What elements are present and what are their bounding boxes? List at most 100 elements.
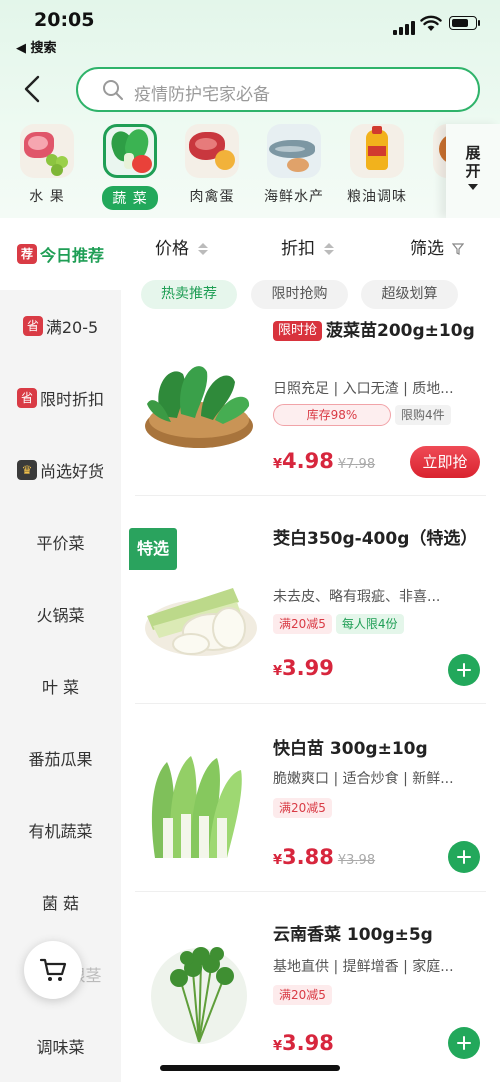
sidebar-item-selected-goods[interactable]: ♛ 尚选好货 bbox=[0, 434, 121, 506]
product-image bbox=[141, 748, 257, 864]
sidebar-item-label: 限时折扣 bbox=[39, 390, 104, 409]
back-chevron-icon[interactable] bbox=[20, 74, 44, 104]
sidebar-item-label: 满20-5 bbox=[45, 318, 99, 337]
category-vegetable[interactable]: 蔬 菜 bbox=[95, 124, 165, 210]
chip-hot-recommend[interactable]: 热卖推荐 bbox=[141, 280, 237, 309]
add-to-cart-button[interactable] bbox=[448, 654, 480, 686]
product-card[interactable]: 限时抢 菠菜苗200g±10g 日照充足 | 入口无渣 | 质地... 库存98%… bbox=[121, 316, 500, 496]
sort-discount-label: 折扣 bbox=[281, 239, 315, 259]
filter-chips: 热卖推荐 限时抢购 超级划算 bbox=[121, 272, 500, 316]
category-seafood[interactable]: 海鲜水产 bbox=[259, 124, 329, 206]
meat-image bbox=[185, 124, 239, 178]
product-price: ¥3.88 ¥3.98 bbox=[273, 845, 376, 869]
search-icon bbox=[103, 80, 123, 100]
product-price: ¥3.99 bbox=[273, 656, 334, 680]
seafood-image bbox=[267, 124, 321, 178]
product-tags: 满20减5 bbox=[273, 984, 336, 1005]
sidebar-item-label: 尚选好货 bbox=[39, 462, 104, 481]
product-title: 茭白350g-400g（特选） bbox=[273, 529, 478, 549]
status-bar: 20:05 ◀ 搜索 bbox=[0, 0, 500, 56]
back-to-app-link[interactable]: ◀ 搜索 bbox=[16, 37, 57, 56]
sidebar-item-label: 叶 菜 bbox=[41, 678, 80, 697]
expand-categories-button[interactable]: 展开 bbox=[446, 124, 500, 218]
add-to-cart-button[interactable] bbox=[448, 1027, 480, 1059]
sidebar-item-label: 有机蔬菜 bbox=[28, 822, 93, 841]
price-value: 3.88 bbox=[282, 845, 334, 869]
sidebar-item-label: 番茄瓜果 bbox=[28, 750, 93, 769]
price-value: 3.99 bbox=[282, 656, 334, 680]
chip-flash-sale[interactable]: 限时抢购 bbox=[251, 280, 348, 309]
product-image bbox=[141, 344, 257, 460]
product-image bbox=[141, 558, 257, 674]
save-badge: 省 bbox=[16, 388, 37, 408]
search-input[interactable]: 疫情防护宅家必备 bbox=[76, 67, 480, 112]
vegetable-image bbox=[103, 124, 157, 178]
sort-arrows-icon bbox=[198, 243, 209, 255]
product-title: 快白苗 300g±10g bbox=[273, 739, 428, 759]
add-to-cart-button[interactable] bbox=[448, 841, 480, 873]
sort-price-label: 价格 bbox=[155, 239, 189, 259]
promo-tag: 满20减5 bbox=[273, 614, 332, 634]
sidebar-item-seasoning-veg[interactable]: 调味菜 bbox=[0, 1010, 121, 1082]
search-placeholder: 疫情防护宅家必备 bbox=[134, 85, 270, 105]
filter-label: 筛选 bbox=[410, 239, 444, 259]
price-value: 3.98 bbox=[282, 1031, 334, 1055]
sidebar-item-tomato-melon[interactable]: 番茄瓜果 bbox=[0, 722, 121, 794]
sort-price-button[interactable]: 价格 bbox=[155, 234, 209, 259]
sidebar-item-label: 火锅菜 bbox=[36, 606, 85, 625]
product-title: 菠菜苗200g±10g bbox=[326, 321, 475, 341]
filter-icon bbox=[452, 243, 465, 255]
sidebar-item-label: 菌 菇 bbox=[41, 894, 80, 913]
product-title: 云南香菜 100g±5g bbox=[273, 925, 433, 945]
cart-icon bbox=[39, 958, 67, 981]
product-price: ¥3.98 bbox=[273, 1031, 334, 1055]
battery-icon bbox=[449, 16, 480, 30]
sidebar-item-flash-discount[interactable]: 省 限时折扣 bbox=[0, 362, 121, 434]
product-desc: 日照充足 | 入口无渣 | 质地... bbox=[273, 381, 454, 397]
flash-sale-tag: 限时抢 bbox=[273, 321, 323, 341]
cooked-image bbox=[433, 124, 446, 178]
product-card[interactable]: 茭白350g-400g（特选） 未去皮、略有瑕疵、非喜... 满20减5 每人限4… bbox=[121, 496, 500, 704]
product-price: ¥4.98 ¥7.98 bbox=[273, 449, 376, 473]
category-label: 水 果 bbox=[29, 189, 65, 205]
sidebar-item-label: 调味菜 bbox=[36, 1038, 85, 1057]
sidebar-item-full-discount[interactable]: 省 满20-5 bbox=[0, 290, 121, 362]
expand-label: 展开 bbox=[465, 144, 481, 180]
sidebar-item-label: 平价菜 bbox=[36, 534, 85, 553]
limit-tag: 每人限4份 bbox=[335, 614, 404, 634]
sort-discount-button[interactable]: 折扣 bbox=[281, 234, 335, 259]
sort-bar: 价格 折扣 筛选 bbox=[121, 218, 500, 272]
product-image bbox=[141, 932, 257, 1048]
sort-arrows-icon bbox=[324, 243, 335, 255]
cart-button[interactable] bbox=[24, 941, 82, 999]
buy-now-button[interactable]: 立即抢 bbox=[410, 446, 480, 478]
category-label: 海鲜水产 bbox=[264, 189, 324, 205]
product-card[interactable]: 云南香菜 100g±5g 基地直供 | 提鲜增香 | 家庭... 满20减5 ¥… bbox=[121, 892, 500, 1082]
status-time: 20:05 bbox=[34, 9, 95, 31]
recommend-badge: 荐 bbox=[16, 244, 37, 264]
category-fruit[interactable]: 水 果 bbox=[12, 124, 82, 206]
fruit-image bbox=[20, 124, 74, 178]
category-meat-egg[interactable]: 肉禽蛋 bbox=[177, 124, 247, 206]
product-desc: 未去皮、略有瑕疵、非喜... bbox=[273, 589, 441, 605]
category-grain-oil[interactable]: 粮油调味 bbox=[342, 124, 412, 206]
original-price: ¥7.98 bbox=[337, 457, 376, 472]
product-desc: 基地直供 | 提鲜增香 | 家庭... bbox=[273, 959, 454, 975]
signal-icon bbox=[393, 16, 417, 35]
chip-super-deal[interactable]: 超级划算 bbox=[361, 280, 458, 309]
sidebar-item-budget-veg[interactable]: 平价菜 bbox=[0, 506, 121, 578]
oil-image bbox=[350, 124, 404, 178]
product-card[interactable]: 快白苗 300g±10g 脆嫩爽口 | 适合炒食 | 新鲜... 满20减5 ¥… bbox=[121, 704, 500, 892]
category-cooked[interactable]: 熟 bbox=[425, 124, 446, 206]
price-value: 4.98 bbox=[282, 449, 334, 473]
sidebar-item-today-recommend[interactable]: 荐 今日推荐 bbox=[0, 218, 121, 290]
sidebar-item-organic-veg[interactable]: 有机蔬菜 bbox=[0, 794, 121, 866]
filter-button[interactable]: 筛选 bbox=[410, 234, 465, 259]
promo-tag: 满20减5 bbox=[273, 985, 332, 1005]
save-badge: 省 bbox=[22, 316, 43, 336]
sidebar-item-mushroom[interactable]: 菌 菇 bbox=[0, 866, 121, 938]
category-row: 水 果 蔬 菜 肉禽蛋 海鲜水产 粮油调味 bbox=[0, 124, 446, 216]
sidebar-item-hotpot-veg[interactable]: 火锅菜 bbox=[0, 578, 121, 650]
sidebar-item-leafy-veg[interactable]: 叶 菜 bbox=[0, 650, 121, 722]
product-title-row: 限时抢 菠菜苗200g±10g bbox=[273, 318, 486, 345]
